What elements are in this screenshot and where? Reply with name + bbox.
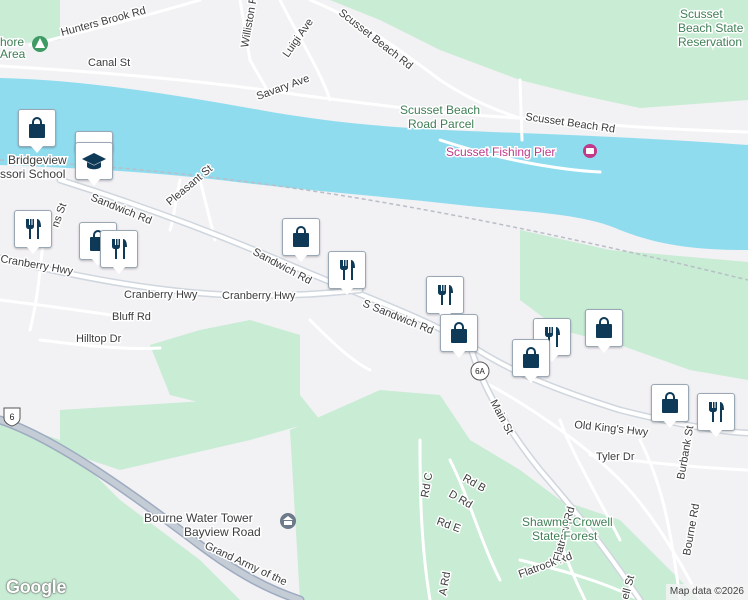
restaurant-marker[interactable]: [0, 210, 60, 254]
poi-label-water-tower[interactable]: Bourne Water Tower: [143, 510, 255, 527]
map-attribution[interactable]: Map data ©2026: [665, 584, 748, 600]
poi-label-bridgeview-2[interactable]: ssori School: [0, 166, 67, 183]
park-label-scusset-1: Scusset: [680, 7, 723, 21]
restaurant-icon: [112, 239, 127, 259]
park-label-parcel-1: Scusset Beach: [400, 103, 480, 117]
restaurant-marker[interactable]: [328, 251, 366, 295]
shopping-marker[interactable]: [18, 109, 56, 153]
route-6-shield: 6: [3, 407, 21, 427]
road-label-tyler-dr: Tyler Dr: [596, 451, 635, 463]
restaurant-icon: [709, 402, 724, 422]
route-6a-number: 6A: [475, 367, 485, 376]
route-6-number: 6: [9, 412, 14, 422]
shopping-bag-icon: [596, 317, 612, 338]
shopping-marker[interactable]: [585, 309, 623, 353]
park-label-shawme-2: State Forest: [532, 529, 598, 543]
museum-icon: [280, 513, 296, 529]
road-label-cranberry-3: Cranberry Hwy: [222, 290, 296, 302]
shopping-marker[interactable]: [282, 218, 320, 262]
poi-label-water-tower-2[interactable]: Bayview Road: [183, 524, 263, 541]
shopping-bag-icon: [451, 322, 467, 343]
park-label-scusset-2: Beach State: [678, 21, 744, 35]
road-label-cranberry-2: Cranberry Hwy: [124, 289, 198, 301]
route-6a-shield: 6A: [470, 361, 490, 381]
camera-icon: [583, 144, 597, 158]
shopping-bag-icon: [523, 347, 539, 368]
restaurant-icon: [340, 260, 355, 280]
google-logo[interactable]: Google: [6, 577, 67, 598]
restaurant-icon: [438, 285, 453, 305]
shopping-marker[interactable]: [651, 384, 689, 428]
poi-label-bridgeview[interactable]: Bridgeview: [7, 152, 69, 169]
road-label-bluff-rd: Bluff Rd: [112, 311, 151, 323]
park-label-shawme-1: Shawme-Crowell: [522, 515, 613, 529]
shopping-marker[interactable]: [512, 339, 550, 383]
park-label-parcel-2: Road Parcel: [408, 117, 474, 131]
map-canvas[interactable]: Hunters Brook Rd Williston Rd Luigi Ave …: [0, 0, 748, 600]
road-label-hilltop-dr: Hilltop Dr: [76, 333, 122, 345]
poi-label-fishing-pier[interactable]: Scusset Fishing Pier: [445, 144, 557, 161]
park-label-partial-2: Area: [0, 47, 26, 61]
shopping-bag-icon: [29, 117, 45, 138]
road-label-canal-st: Canal St: [88, 57, 130, 69]
restaurant-icon: [26, 219, 41, 239]
school-icon: [82, 153, 106, 170]
shopping-marker[interactable]: [440, 314, 478, 358]
park-label-scusset-3: Reservation: [678, 35, 742, 49]
shopping-bag-icon: [662, 392, 678, 413]
restaurant-marker[interactable]: [100, 230, 138, 274]
school-marker[interactable]: [75, 142, 113, 186]
restaurant-marker[interactable]: [697, 393, 735, 437]
shopping-bag-icon: [293, 226, 309, 247]
